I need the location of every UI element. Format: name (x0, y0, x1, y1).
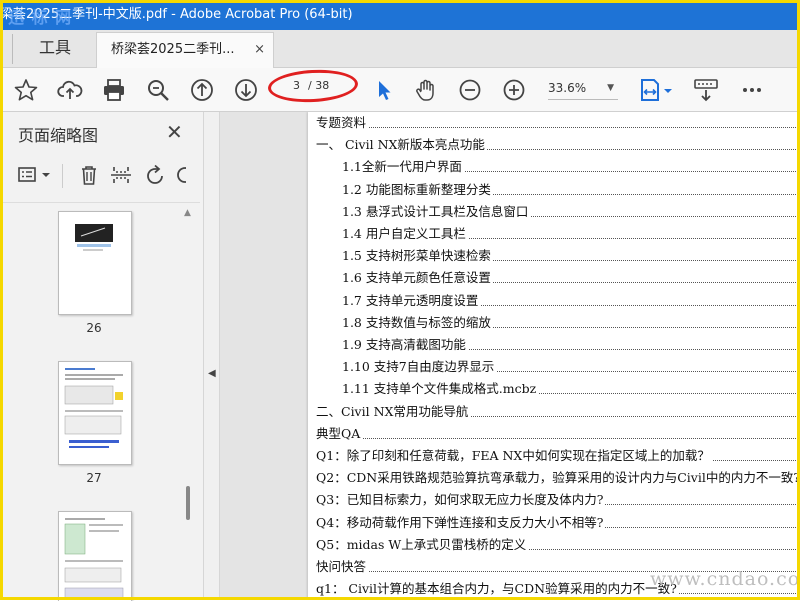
thumbnail-page-number: 26 (86, 321, 102, 335)
toc-entry[interactable]: Q1：除了印刻和任意荷载，FEA NX中如何实现在指定区域上的加载？ (316, 446, 798, 466)
cloud-upload-icon[interactable] (56, 76, 84, 104)
toc-entry[interactable]: 1.5 支持树形菜单快速检索 (342, 246, 798, 266)
page-thumbnail[interactable] (58, 361, 132, 465)
thumbnail-list[interactable]: 26 27 (0, 202, 200, 601)
thumbnail-scrollbar[interactable]: ▲ (182, 208, 194, 600)
toc-entry[interactable]: 1.3 悬浮式设计工具栏及信息窗口 (342, 202, 798, 222)
toc-entry[interactable]: 1.9 支持高清截图功能 (342, 335, 798, 355)
toc-entry-text: 典型QA (316, 425, 363, 441)
toc-entry-text: 一、 Civil NX新版本亮点功能 (316, 137, 487, 153)
toc-entry-text: 1.2 功能图标重新整理分类 (342, 181, 493, 197)
tab-document[interactable]: 桥梁荟2025二季刊... × (96, 32, 274, 68)
chevron-down-icon[interactable] (40, 162, 52, 188)
toc-entry[interactable]: 1.7 支持单元透明度设置 (342, 291, 798, 311)
document-page: 专题资料一、 Civil NX新版本亮点功能 1.1全新一代用户界面 1.2 功能图… (308, 112, 800, 600)
toc-leader-dots (316, 437, 798, 439)
panel-title: 页面缩略图 (18, 126, 99, 145)
toc-entry-text: 专题资料 (316, 115, 369, 130)
toc-entry[interactable]: 1.2 功能图标重新整理分类 (342, 180, 798, 200)
toc-entry-text: Q1：除了印刻和任意荷载，FEA NX中如何实现在指定区域上的加载？ (316, 448, 712, 463)
title-bar: 梁荟2025二季刊-中文版.pdf - Adobe Acrobat Pro (6… (0, 0, 800, 30)
thumbnail-panel: 页面缩略图 ✕ 26 27 ▲ (0, 112, 204, 601)
arrow-up-icon[interactable] (188, 76, 216, 104)
panel-toolbar (0, 160, 204, 194)
toc-entry-text: 1.9 支持高清截图功能 (342, 337, 468, 352)
toc-entry[interactable]: 二、Civil NX常用功能导航 (316, 402, 798, 422)
fit-page-dropdown[interactable] (662, 76, 674, 104)
page-thumbnail[interactable] (58, 511, 132, 601)
toc-entry[interactable]: 一、 Civil NX新版本亮点功能 (316, 135, 798, 155)
hand-icon[interactable] (412, 76, 440, 104)
toolbar: 3 / 38 33.6% ▼ (0, 68, 800, 112)
toc-entry-text: 1.5 支持树形菜单快速检索 (342, 248, 493, 264)
extract-page-icon[interactable] (108, 162, 134, 188)
close-icon[interactable]: ✕ (166, 120, 183, 144)
options-menu-icon[interactable] (16, 162, 42, 188)
toc-entry[interactable]: 1.8 支持数值与标签的缩放 (342, 313, 798, 333)
toc-entry-text: 1.8 支持数值与标签的缩放 (342, 314, 493, 330)
scroll-up-icon[interactable]: ▲ (184, 208, 191, 218)
toc-entry-text: 1.1全新一代用户界面 (342, 159, 464, 175)
trash-icon[interactable] (76, 162, 102, 188)
zoom-value: 33.6% (548, 81, 587, 95)
toc-entry[interactable]: 1.10 支持7自由度边界显示 (342, 357, 798, 377)
toc-entry-text: Q3：已知目标索力，如何求取无应力长度及体内力? (316, 492, 606, 508)
document-viewport[interactable]: 专题资料一、 Civil NX新版本亮点功能 1.1全新一代用户界面 1.2 功能图… (220, 112, 800, 600)
keyboard-scroll-icon[interactable] (692, 76, 720, 104)
zoom-in-icon[interactable] (500, 76, 528, 104)
toc-entry-text: 1.6 支持单元颜色任意设置 (342, 270, 493, 286)
toc-entry-text: 二、Civil NX常用功能导航 (316, 403, 471, 419)
toc-entry-text: Q5：midas W上承式贝雷栈桥的定义 (316, 536, 529, 552)
toc-entry-text: 快问快答 (316, 559, 369, 574)
chevron-down-icon: ▼ (607, 83, 614, 93)
watermark-logo: 迅 标 网 (8, 8, 73, 27)
chevron-left-icon[interactable]: ◀ (208, 368, 216, 379)
tab-tools[interactable]: 工具 (16, 30, 94, 68)
toc-entry[interactable]: 1.11 支持单个文件集成格式.mcbz (342, 379, 798, 399)
tab-separator (0, 34, 13, 64)
star-icon[interactable] (12, 76, 40, 104)
toc-entry-text: q1： Civil计算的基本组合内力，与CDN验算采用的内力不一致? (316, 581, 679, 597)
fit-page-icon[interactable] (636, 76, 664, 104)
toc-entry[interactable]: 1.1全新一代用户界面 (342, 157, 798, 177)
zoom-select[interactable]: 33.6% ▼ (548, 77, 618, 100)
rotate-left-icon[interactable] (142, 162, 168, 188)
tab-document-label: 桥梁荟2025二季刊... (111, 42, 235, 57)
tab-bar: 工具 桥梁荟2025二季刊... × (0, 30, 800, 68)
toc-entry-text: 1.10 支持7自由度边界显示 (342, 359, 497, 375)
watermark-text: www.cndao.com (650, 568, 800, 590)
toc-entry-text: 1.11 支持单个文件集成格式.mcbz (342, 381, 539, 397)
toc-entry-text: 1.7 支持单元透明度设置 (342, 292, 481, 308)
arrow-down-icon[interactable] (232, 76, 260, 104)
toolbar-divider (62, 164, 63, 188)
toc-entry[interactable]: 1.4 用户自定义工具栏 (342, 224, 798, 244)
toc-entry[interactable]: 专题资料 (316, 113, 798, 133)
toc-entry[interactable]: Q3：已知目标索力，如何求取无应力长度及体内力? (316, 490, 798, 510)
toc-entry-text: Q4：移动荷载作用下弹性连接和支反力大小不相等? (316, 514, 606, 530)
thumbnail-page-number: 27 (86, 471, 102, 485)
toc-entry-text: 1.4 用户自定义工具栏 (342, 226, 468, 241)
print-icon[interactable] (100, 76, 128, 104)
tab-close-icon[interactable]: × (254, 33, 265, 67)
toc-entry-text: 1.3 悬浮式设计工具栏及信息窗口 (342, 203, 531, 219)
toc-entry-text: Q2：CDN采用铁路规范验算抗弯承载力，验算采用的设计内力与Civil中的内力不… (316, 470, 800, 486)
toc-entry[interactable]: Q4：移动荷载作用下弹性连接和支反力大小不相等? (316, 513, 798, 533)
panel-collapse-handle[interactable]: ◀ (204, 112, 220, 600)
toc-entry[interactable]: 典型QA (316, 424, 798, 444)
toc-entry[interactable]: Q2：CDN采用铁路规范验算抗弯承载力，验算采用的设计内力与Civil中的内力不… (316, 468, 800, 488)
more-icon[interactable] (738, 76, 766, 104)
rotate-right-icon[interactable] (172, 162, 186, 188)
toc-entry[interactable]: 1.6 支持单元颜色任意设置 (342, 268, 798, 288)
toc-leader-dots (316, 127, 798, 128)
search-zoom-icon[interactable] (144, 76, 172, 104)
zoom-out-icon[interactable] (456, 76, 484, 104)
page-thumbnail[interactable] (58, 211, 132, 315)
scrollbar-thumb[interactable] (186, 486, 190, 520)
select-cursor-icon[interactable] (370, 76, 398, 104)
toc-entry[interactable]: Q5：midas W上承式贝雷栈桥的定义 (316, 535, 798, 555)
